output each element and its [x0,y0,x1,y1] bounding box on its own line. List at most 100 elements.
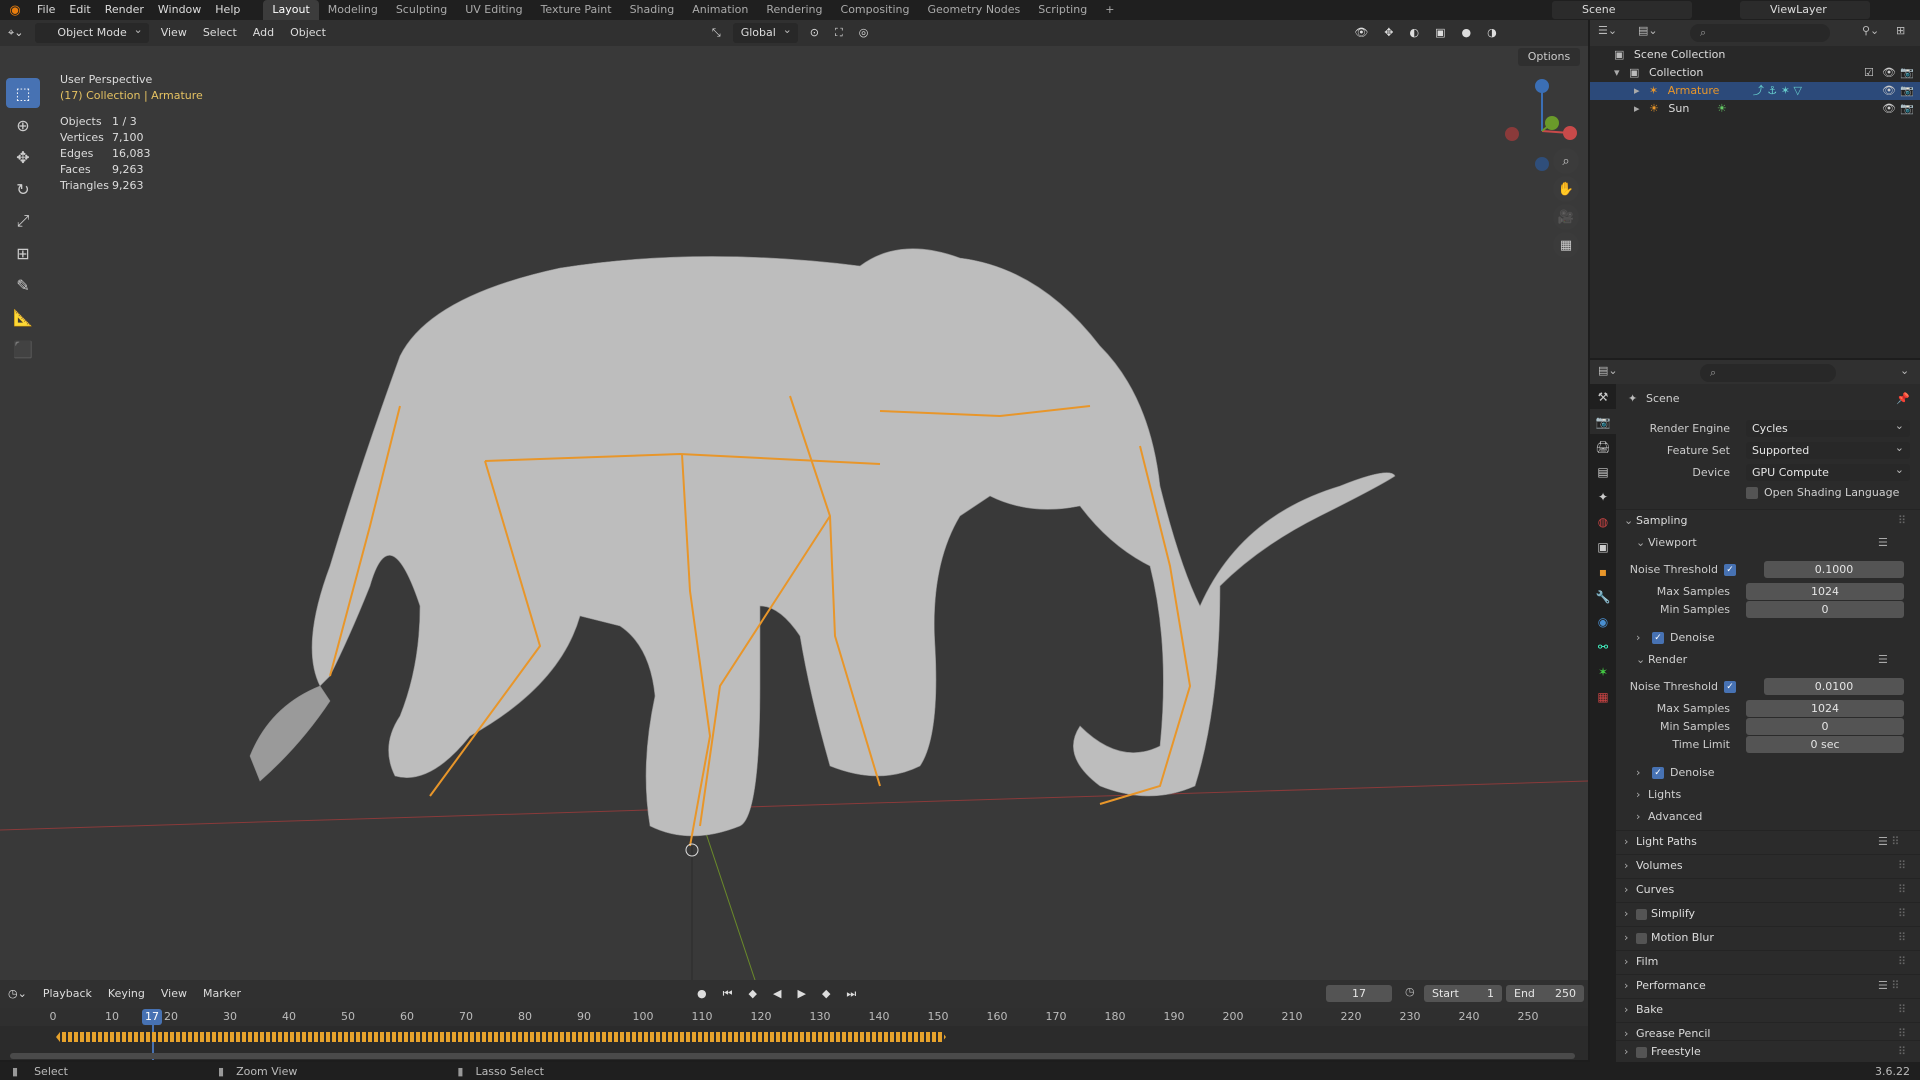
osl-checkbox[interactable] [1746,487,1758,499]
tab-modeling[interactable]: Modeling [319,0,387,20]
shading-solid-icon[interactable]: ● [1454,23,1480,43]
outliner-row-armature[interactable]: ▸ ✶ Armature ⤴ ⚓ ✶ ▽ 👁 📷 [1590,82,1920,100]
start-frame-field[interactable]: Start 1 [1424,985,1502,1002]
zoom-icon[interactable]: ⌕ [1553,148,1579,174]
bake-section[interactable]: › Bake ⠿ [1616,998,1920,1020]
render-camera-icon[interactable]: 📷 [1900,64,1914,82]
tab-texture-paint[interactable]: Texture Paint [532,0,621,20]
feature-set-dropdown[interactable]: Supported [1746,439,1910,459]
r-noise-field[interactable]: 0.0100 [1764,678,1904,695]
vp-noise-field[interactable]: 0.1000 [1764,561,1904,578]
vp-noise-checkbox[interactable]: ✓ [1724,564,1736,576]
select-box-tool-icon[interactable]: ⬚ [6,78,40,108]
expand-arrow-icon[interactable]: ▸ [1634,102,1640,115]
tool-tab-icon[interactable]: ⚒ [1590,384,1616,409]
curves-section[interactable]: › Curves ⠿ [1616,878,1920,900]
timeline-area[interactable]: 0 10 20 30 40 50 60 70 80 90 100 110 120… [0,1008,1588,1060]
vp-denoise-checkbox[interactable]: ✓ [1652,632,1664,644]
tab-layout[interactable]: Layout [263,0,319,20]
jump-end-icon[interactable]: ⏭ [838,984,864,1004]
world-tab-icon[interactable]: ◍ [1590,509,1616,534]
visibility-icon[interactable]: 👁 [1346,23,1376,43]
overlay-toggle-icon[interactable]: ◐ [1402,23,1428,43]
tab-animation[interactable]: Animation [683,0,757,20]
tab-geometry-nodes[interactable]: Geometry Nodes [918,0,1029,20]
lights-subsection[interactable]: › Lights [1616,786,1920,804]
menu-playback[interactable]: Playback [35,984,100,1004]
timeline-scrollbar[interactable] [10,1053,1575,1059]
move-tool-icon[interactable]: ✥ [6,142,40,172]
new-collection-icon[interactable]: ⊞ [1896,24,1905,37]
tab-shading[interactable]: Shading [621,0,684,20]
menu-object[interactable]: Object [282,23,334,43]
properties-editor-icon[interactable]: ▤⌄ [1598,364,1618,377]
device-dropdown[interactable]: GPU Compute [1746,461,1910,481]
vp-min-samples-field[interactable]: 0 [1746,601,1904,618]
rotate-tool-icon[interactable]: ↻ [6,174,40,204]
texture-tab-icon[interactable]: ▦ [1590,684,1616,709]
current-frame-field[interactable]: 17 [1326,985,1392,1002]
outliner-search-input[interactable]: ⌕ [1690,24,1830,42]
r-min-samples-field[interactable]: 0 [1746,718,1904,735]
playhead[interactable]: 17 [142,1009,162,1025]
transform-orientation-selector[interactable]: Global [732,20,798,43]
menu-window[interactable]: Window [151,0,208,20]
end-frame-field[interactable]: End 250 [1506,985,1584,1002]
options-dropdown[interactable]: Options [1518,48,1580,66]
r-max-samples-field[interactable]: 1024 [1746,700,1904,717]
xray-toggle-icon[interactable]: ▣ [1427,23,1453,43]
prev-keyframe-icon[interactable]: ◆ [741,984,765,1004]
visibility-eye-icon[interactable]: 👁 [1882,100,1896,118]
scene-selector[interactable]: Scene [1552,1,1692,19]
add-cube-tool-icon[interactable]: ⬛ [6,334,40,364]
frame-ruler[interactable]: 0 10 20 30 40 50 60 70 80 90 100 110 120… [0,1008,1588,1026]
motion-blur-section[interactable]: › Motion Blur ⠿ [1616,926,1920,948]
modifier-tab-icon[interactable]: 🔧 [1590,584,1616,609]
simplify-checkbox[interactable] [1636,908,1647,920]
viewport-subsection[interactable]: ⌄ Viewport ☰ [1616,534,1920,552]
menu-timeline-view[interactable]: View [153,984,195,1004]
play-icon[interactable]: ▶ [789,984,813,1004]
annotate-tool-icon[interactable]: ✎ [6,270,40,300]
output-tab-icon[interactable]: 🖨 [1590,434,1616,459]
keyframe-strip[interactable] [56,1032,946,1042]
simplify-section[interactable]: › Simplify ⠿ [1616,902,1920,924]
expand-arrow-icon[interactable]: ▸ [1634,84,1640,97]
view-layer-tab-icon[interactable]: ▤ [1590,459,1616,484]
play-reverse-icon[interactable]: ◀ [765,984,789,1004]
render-subsection[interactable]: ⌄ Render ☰ [1616,651,1920,669]
record-icon[interactable]: ● [689,984,715,1004]
motion-blur-checkbox[interactable] [1636,932,1647,944]
tab-sculpting[interactable]: Sculpting [387,0,456,20]
scene-tab-icon[interactable]: ✦ [1590,484,1616,509]
tab-scripting[interactable]: Scripting [1029,0,1096,20]
freestyle-checkbox[interactable] [1636,1046,1647,1058]
camera-view-icon[interactable]: 🎥 [1553,204,1579,230]
film-section[interactable]: › Film ⠿ [1616,950,1920,972]
menu-view[interactable]: View [153,23,195,43]
constraint-tab-icon[interactable]: ⚯ [1590,634,1616,659]
transform-tool-icon[interactable]: ⊞ [6,238,40,268]
snap-icon[interactable]: ⛶ [827,23,851,43]
exclude-checkbox[interactable]: ☑ [1864,64,1874,82]
visibility-eye-icon[interactable]: 👁 [1882,82,1896,100]
render-tab-icon[interactable]: 📷 [1590,409,1616,434]
vp-denoise-row[interactable]: › ✓ Denoise [1616,629,1920,647]
data-tab-icon[interactable]: ✶ [1590,659,1616,684]
physics-tab-icon[interactable]: ◉ [1590,609,1616,634]
r-denoise-row[interactable]: › ✓ Denoise [1616,764,1920,782]
r-noise-checkbox[interactable]: ✓ [1724,681,1736,693]
menu-marker[interactable]: Marker [195,984,249,1004]
ortho-grid-icon[interactable]: ▦ [1553,232,1579,258]
pin-icon[interactable]: 📌 [1896,390,1910,408]
next-keyframe-icon[interactable]: ◆ [814,984,838,1004]
menu-file[interactable]: File [30,0,62,20]
cursor-tool-icon[interactable]: ⊕ [6,110,40,140]
menu-add[interactable]: Add [245,23,282,43]
outliner-editor-icon[interactable]: ☰⌄ [1598,24,1617,37]
render-camera-icon[interactable]: 📷 [1900,100,1914,118]
vp-max-samples-field[interactable]: 1024 [1746,583,1904,600]
performance-section[interactable]: › Performance ☰ ⠿ [1616,974,1920,996]
measure-tool-icon[interactable]: 📐 [6,302,40,332]
jump-start-icon[interactable]: ⏮ [715,984,741,1004]
